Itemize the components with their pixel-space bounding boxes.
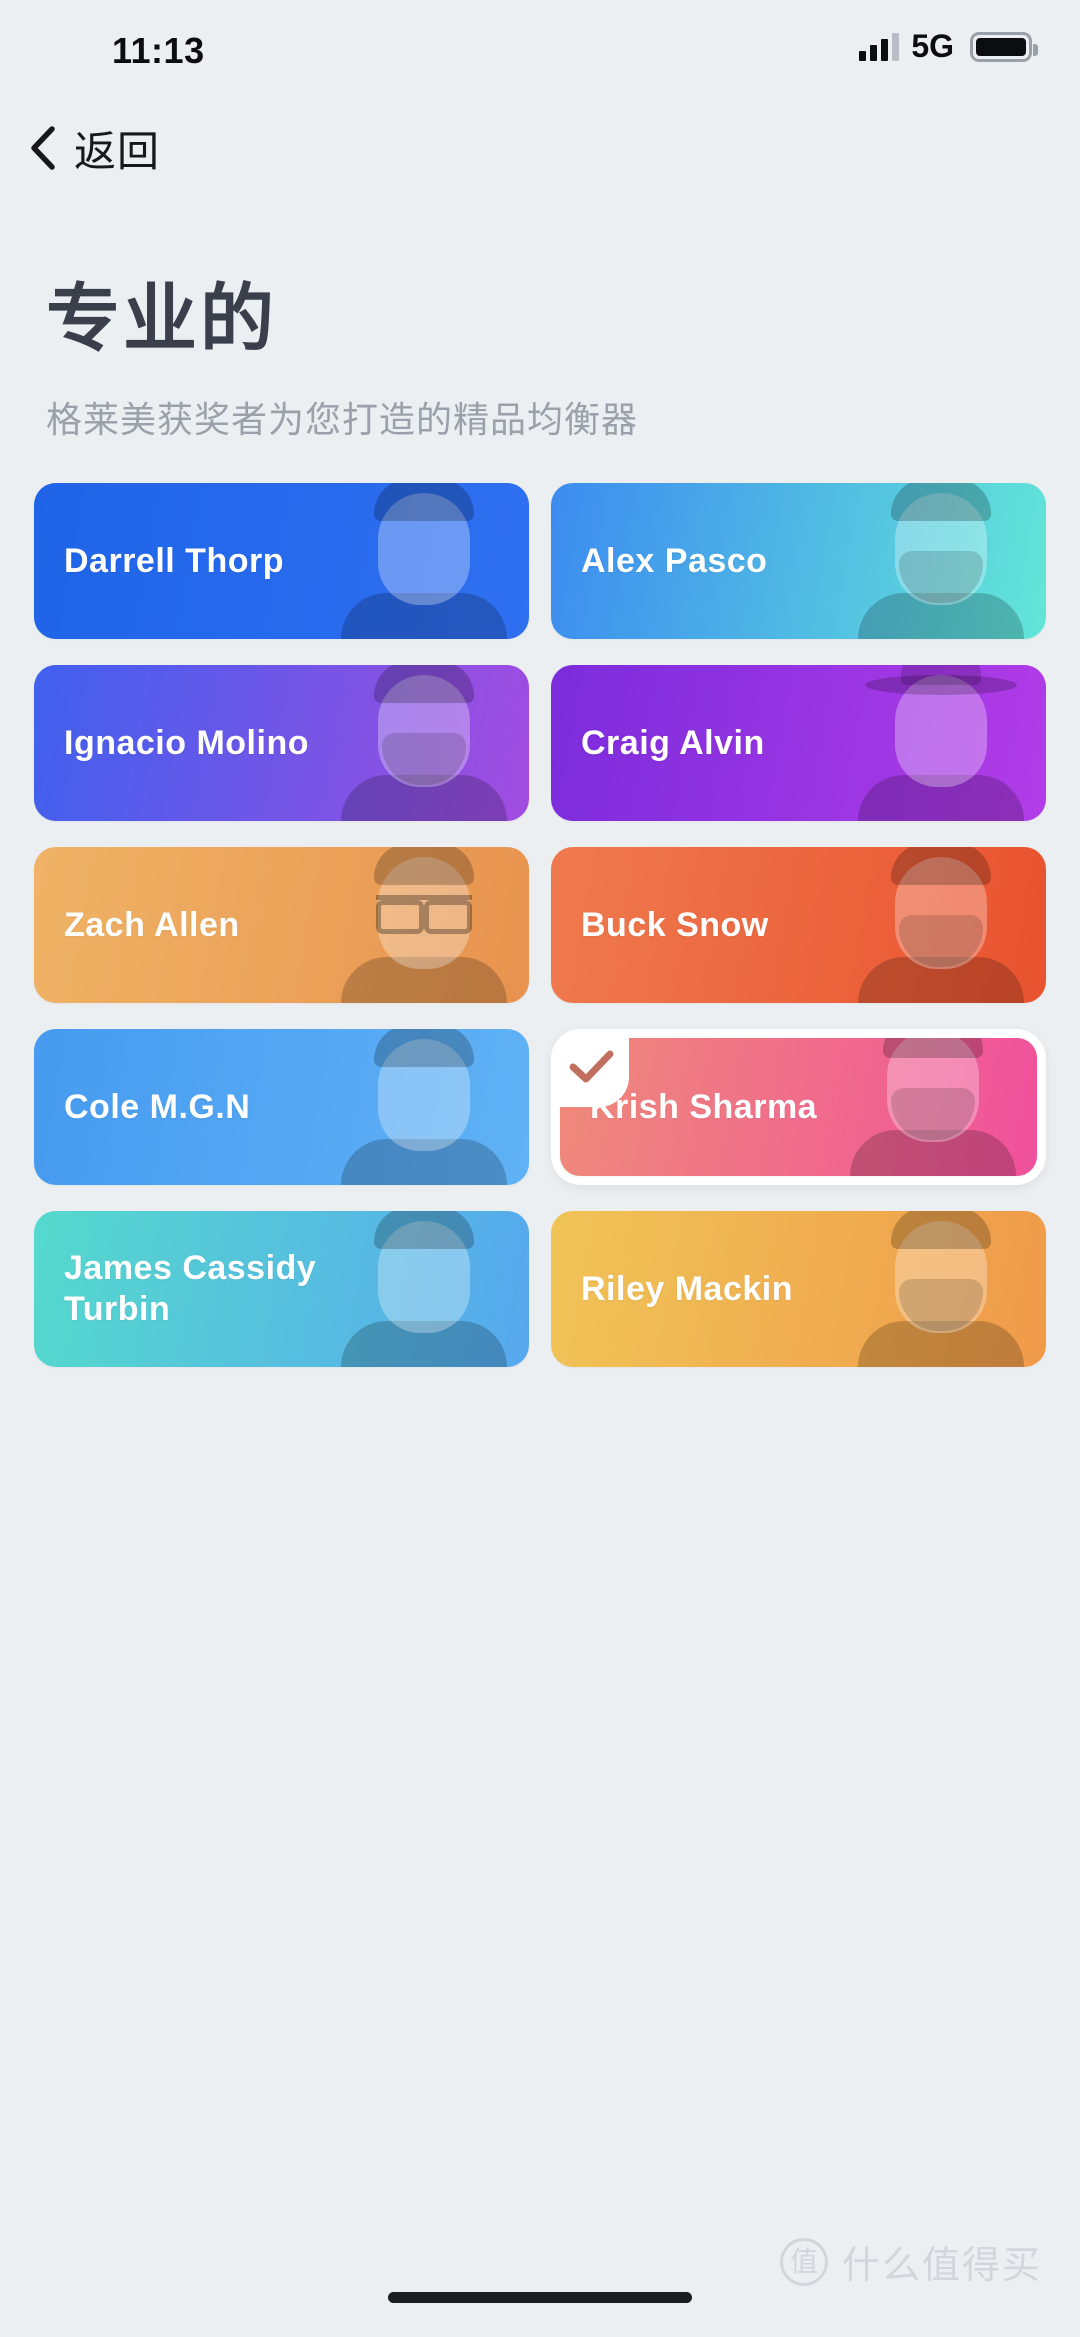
- preset-grid: Darrell Thorp Alex Pasco Ignacio Molino Cra…: [0, 483, 1080, 1368]
- preset-card-slot[interactable]: James Cassidy Turbin: [34, 1211, 529, 1368]
- network-type-label: 5G: [911, 28, 954, 64]
- preset-card[interactable]: Zach Allen: [34, 847, 529, 1004]
- cellular-signal-icon: [859, 32, 900, 61]
- back-button-label: 返回: [74, 127, 161, 175]
- preset-name: Darrell Thorp: [64, 541, 284, 580]
- preset-name: James Cassidy Turbin: [64, 1248, 317, 1329]
- preset-card[interactable]: Ignacio Molino: [34, 665, 529, 822]
- preset-card[interactable]: Krish Sharma: [560, 1038, 1037, 1177]
- preset-card[interactable]: Cole M.G.N: [34, 1029, 529, 1186]
- nav-bar: 返回: [0, 96, 1080, 200]
- watermark-logo-icon: 值: [779, 2237, 828, 2286]
- preset-card-slot[interactable]: Alex Pasco: [551, 483, 1046, 640]
- preset-card[interactable]: Buck Snow: [551, 847, 1046, 1004]
- battery-full-icon: [970, 31, 1038, 62]
- preset-card[interactable]: Craig Alvin: [551, 665, 1046, 822]
- preset-card[interactable]: Darrell Thorp: [34, 483, 529, 640]
- preset-card-slot[interactable]: Buck Snow: [551, 847, 1046, 1004]
- preset-name: Ignacio Molino: [64, 723, 309, 762]
- status-bar-time: 11:13: [112, 30, 205, 71]
- page-title: 专业的: [46, 277, 277, 360]
- preset-card[interactable]: Riley Mackin: [551, 1211, 1046, 1368]
- preset-card-slot[interactable]: Ignacio Molino: [34, 665, 529, 822]
- preset-card[interactable]: James Cassidy Turbin: [34, 1211, 529, 1368]
- preset-card[interactable]: Alex Pasco: [551, 483, 1046, 640]
- preset-name: Riley Mackin: [581, 1269, 793, 1308]
- preset-name: Craig Alvin: [581, 723, 765, 762]
- preset-name: Buck Snow: [581, 905, 769, 944]
- status-bar-indicators: 5G: [859, 28, 1038, 65]
- preset-card-slot[interactable]: Zach Allen: [34, 847, 529, 1004]
- status-bar: 11:13 5G: [0, 0, 1080, 96]
- preset-card-slot[interactable]: Cole M.G.N: [34, 1029, 529, 1186]
- preset-card-slot[interactable]: Craig Alvin: [551, 665, 1046, 822]
- preset-name: Zach Allen: [64, 905, 240, 944]
- preset-card-slot[interactable]: Krish Sharma: [551, 1029, 1046, 1186]
- chevron-left-icon: [26, 125, 60, 171]
- preset-name: Alex Pasco: [581, 541, 768, 580]
- page-header: 专业的 格莱美获奖者为您打造的精品均衡器: [0, 200, 1080, 443]
- back-button[interactable]: 返回: [26, 118, 160, 179]
- watermark: 值 什么值得买: [779, 2234, 1042, 2289]
- preset-card-slot[interactable]: Riley Mackin: [551, 1211, 1046, 1368]
- home-indicator[interactable]: [388, 2292, 692, 2303]
- preset-card-slot[interactable]: Darrell Thorp: [34, 483, 529, 640]
- page-subtitle: 格莱美获奖者为您打造的精品均衡器: [46, 399, 639, 441]
- preset-name: Cole M.G.N: [64, 1087, 251, 1126]
- preset-name: Krish Sharma: [590, 1087, 818, 1126]
- watermark-label: 什么值得买: [841, 2245, 1042, 2287]
